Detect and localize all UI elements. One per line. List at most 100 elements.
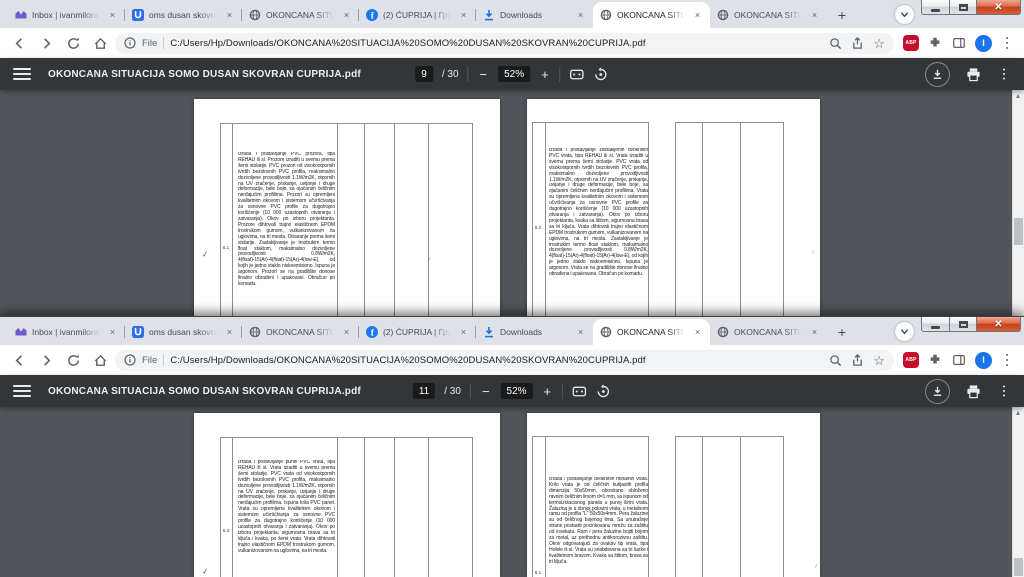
browser-tab[interactable]: Inbox | ivanmilora×	[8, 319, 125, 345]
tab-close-button[interactable]: ×	[458, 10, 469, 21]
browser-tab[interactable]: OKONCANA SITU×	[710, 319, 827, 345]
browser-tab[interactable]: f(2) ĆUPRIJA | Груп×	[359, 2, 476, 28]
print-button[interactable]	[966, 384, 981, 399]
scrollbar-up-arrow[interactable]	[1016, 94, 1020, 98]
browser-tab[interactable]: Inbox | ivanmilora×	[8, 2, 125, 28]
pdf-menu-kebab-icon[interactable]	[997, 66, 1011, 82]
close-window-button[interactable]: ✕	[977, 0, 1021, 15]
tab-close-button[interactable]: ×	[341, 10, 352, 21]
profile-avatar[interactable]: I	[975, 35, 992, 52]
new-tab-button[interactable]: +	[831, 321, 853, 343]
page-info-icon[interactable]	[124, 354, 136, 366]
url-omnibox[interactable]: File C:/Users/Hp/Downloads/OKONCANA%20SI…	[115, 350, 894, 371]
browser-tab[interactable]: OKONCANA SITU×	[593, 2, 710, 28]
tab-close-button[interactable]: ×	[692, 10, 703, 21]
browser-tab[interactable]: Downloads×	[476, 2, 593, 28]
zoom-page-icon[interactable]	[829, 37, 842, 50]
browser-menu-kebab-icon[interactable]	[1000, 35, 1014, 51]
tabs-container: Inbox | ivanmilora×oms dusan skovra×OKON…	[8, 317, 827, 345]
back-button[interactable]	[7, 31, 31, 55]
close-window-button[interactable]: ✕	[977, 317, 1021, 332]
adblock-extension-icon[interactable]: ABP	[903, 35, 919, 51]
scrollbar-thumb[interactable]	[1014, 218, 1023, 245]
minimize-button[interactable]	[921, 317, 949, 332]
reload-button[interactable]	[61, 348, 85, 372]
pdf-menu-icon[interactable]	[13, 68, 31, 80]
maximize-button[interactable]	[949, 317, 977, 332]
browser-tab[interactable]: Downloads×	[476, 319, 593, 345]
side-panel-icon[interactable]	[951, 35, 967, 51]
home-button[interactable]	[88, 348, 112, 372]
page-number-input[interactable]: 11	[413, 383, 435, 399]
tab-close-button[interactable]: ×	[809, 10, 820, 21]
zoom-out-button[interactable]: −	[478, 68, 490, 81]
fit-to-page-button[interactable]	[570, 67, 585, 82]
minimize-button[interactable]	[921, 0, 949, 15]
page-info-icon[interactable]	[124, 37, 136, 49]
share-icon[interactable]	[851, 37, 864, 50]
tab-close-button[interactable]: ×	[107, 327, 118, 338]
zoom-out-button[interactable]: −	[480, 385, 492, 398]
maximize-button[interactable]	[949, 0, 977, 15]
fit-to-page-button[interactable]	[572, 384, 587, 399]
download-button[interactable]	[925, 62, 950, 87]
bookmark-star-icon[interactable]: ☆	[873, 354, 885, 367]
rotate-button[interactable]	[596, 384, 611, 399]
pdf-content-area: 5.3 Izrada i postavljanje punih PVC vrat…	[0, 407, 1024, 577]
mail-icon	[15, 326, 27, 338]
tab-close-button[interactable]: ×	[458, 327, 469, 338]
forward-button[interactable]	[34, 348, 58, 372]
forward-button[interactable]	[34, 31, 58, 55]
bookmark-star-icon[interactable]: ☆	[873, 37, 885, 50]
reload-button[interactable]	[61, 31, 85, 55]
pdf-menu-kebab-icon[interactable]	[997, 383, 1011, 399]
browser-tab[interactable]: oms dusan skovra×	[125, 319, 242, 345]
download-button[interactable]	[925, 379, 950, 404]
browser-tab[interactable]: OKONCANA SITU×	[242, 319, 359, 345]
rotate-button[interactable]	[594, 67, 609, 82]
tab-close-button[interactable]: ×	[224, 327, 235, 338]
tab-search-button[interactable]	[895, 5, 914, 24]
tab-close-button[interactable]: ×	[575, 327, 586, 338]
url-omnibox[interactable]: File C:/Users/Hp/Downloads/OKONCANA%20SI…	[115, 33, 894, 54]
extensions-puzzle-icon[interactable]	[927, 352, 943, 368]
pdf-toolbar: OKONCANA SITUACIJA SOMO DUSAN SKOVRAN CU…	[0, 375, 1024, 407]
browser-tab[interactable]: OKONCANA SITU×	[242, 2, 359, 28]
browser-tab[interactable]: oms dusan skovra×	[125, 2, 242, 28]
browser-menu-kebab-icon[interactable]	[1000, 352, 1014, 368]
scrollbar[interactable]	[1012, 407, 1024, 577]
zoom-level-input[interactable]: 52%	[498, 66, 530, 82]
tab-close-button[interactable]: ×	[341, 327, 352, 338]
profile-avatar[interactable]: I	[975, 352, 992, 369]
tab-close-button[interactable]: ×	[575, 10, 586, 21]
zoom-in-button[interactable]: +	[539, 68, 551, 81]
pdf-page-9: 5.1 Izrada i postavljanje PVC prozora, t…	[194, 99, 500, 316]
scrollbar[interactable]	[1012, 90, 1024, 316]
scrollbar-thumb[interactable]	[1014, 558, 1023, 576]
pdf-globe-icon	[717, 9, 729, 21]
tab-strip: Inbox | ivanmilora×oms dusan skovra×OKON…	[0, 317, 1024, 345]
page-number-input[interactable]: 9	[415, 66, 433, 82]
tab-close-button[interactable]: ×	[107, 10, 118, 21]
zoom-in-button[interactable]: +	[542, 385, 554, 398]
new-tab-button[interactable]: +	[831, 4, 853, 26]
side-panel-icon[interactable]	[951, 352, 967, 368]
home-button[interactable]	[88, 31, 112, 55]
zoom-level-input[interactable]: 52%	[501, 383, 533, 399]
tab-close-button[interactable]: ×	[692, 327, 703, 338]
tab-close-button[interactable]: ×	[809, 327, 820, 338]
scrollbar-up-arrow[interactable]	[1016, 411, 1020, 415]
back-button[interactable]	[7, 348, 31, 372]
download-icon	[483, 9, 495, 21]
extensions-puzzle-icon[interactable]	[927, 35, 943, 51]
zoom-page-icon[interactable]	[829, 354, 842, 367]
browser-tab[interactable]: OKONCANA SITU×	[593, 319, 710, 345]
print-button[interactable]	[966, 67, 981, 82]
tab-search-button[interactable]	[895, 322, 914, 341]
tab-close-button[interactable]: ×	[224, 10, 235, 21]
pdf-menu-icon[interactable]	[13, 385, 31, 397]
adblock-extension-icon[interactable]: ABP	[903, 352, 919, 368]
browser-tab[interactable]: f(2) ĆUPRIJA | Груп×	[359, 319, 476, 345]
share-icon[interactable]	[851, 354, 864, 367]
browser-tab[interactable]: OKONCANA SITU×	[710, 2, 827, 28]
